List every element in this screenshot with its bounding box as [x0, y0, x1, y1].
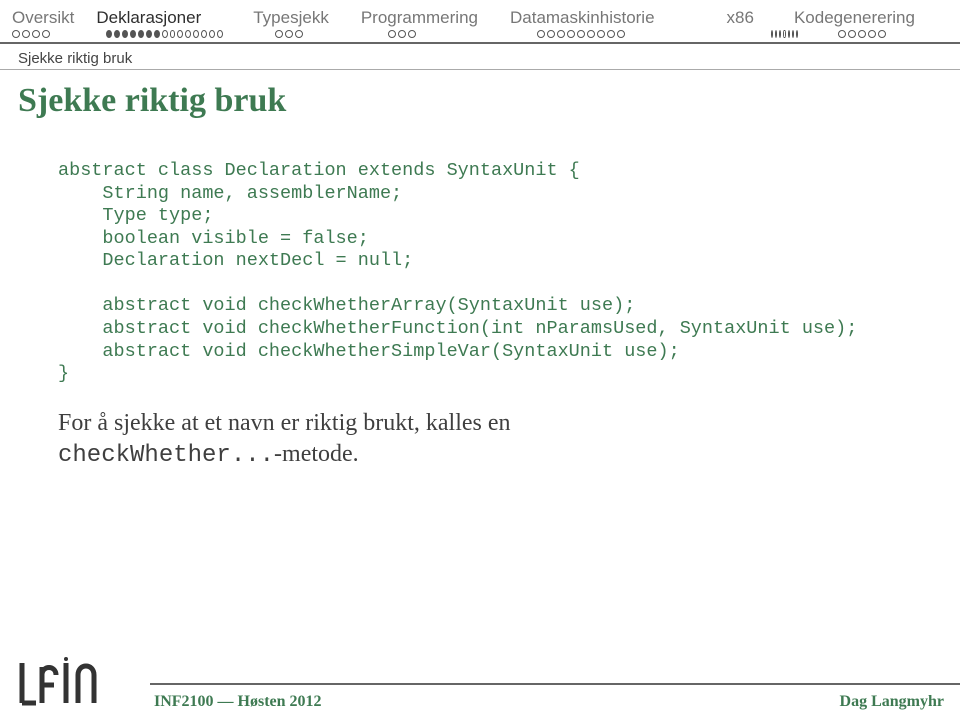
- logo-wrap: [0, 655, 154, 711]
- progress-dot: [146, 30, 152, 38]
- progress-dot: [170, 30, 176, 38]
- progress-dot: [209, 30, 215, 38]
- progress-dot: [42, 30, 50, 38]
- nav-item-oversikt[interactable]: Oversikt: [0, 4, 84, 30]
- progress-dot: [607, 30, 615, 38]
- progress-dot: [285, 30, 293, 38]
- top-nav: OversiktDeklarasjoner Typesjekk Programmer…: [0, 0, 960, 30]
- progress-dot: [12, 30, 20, 38]
- progress-dot: [878, 30, 886, 38]
- progress-dot: [122, 30, 128, 38]
- nav-item-programmering[interactable]: Programmering: [349, 4, 488, 30]
- footer: INF2100 — Høsten 2012 Dag Langmyhr: [0, 647, 960, 719]
- progress-dot: [22, 30, 30, 38]
- body-part1: For å sjekke at et navn er riktig brukt,…: [58, 410, 511, 436]
- progress-dot: [106, 30, 112, 38]
- progress-dot: [547, 30, 555, 38]
- nav-item-kodegenerering[interactable]: Kodegenerering: [782, 4, 925, 30]
- progress-dot: [567, 30, 575, 38]
- progress-dots-deklarasjoner: [94, 30, 233, 38]
- progress-dot: [796, 30, 798, 38]
- nav-item-x86[interactable]: x86: [715, 4, 764, 30]
- nav-item-typesjekk[interactable]: Typesjekk: [241, 4, 339, 30]
- body-part2: -metode.: [274, 441, 359, 467]
- code-block: abstract class Declaration extends Synta…: [58, 160, 940, 386]
- nav-item-deklarasjoner[interactable]: Deklarasjoner: [84, 4, 211, 30]
- slide-content: abstract class Declaration extends Synta…: [0, 126, 960, 472]
- footer-author: Dag Langmyhr: [840, 693, 944, 711]
- progress-dot: [217, 30, 223, 38]
- progress-dots-kodegenerering: [826, 30, 960, 38]
- progress-dot: [154, 30, 160, 38]
- subhead-rule: [0, 69, 960, 70]
- progress-dot: [295, 30, 303, 38]
- progress-dot: [398, 30, 406, 38]
- progress-dot: [114, 30, 120, 38]
- ifi-logo-icon: [14, 655, 102, 711]
- progress-dot: [788, 30, 790, 38]
- section-subhead: Sjekke riktig bruk: [0, 44, 960, 69]
- progress-dot: [858, 30, 866, 38]
- progress-dot: [32, 30, 40, 38]
- nav-item-datamaskinhistorie[interactable]: Datamaskinhistorie: [498, 4, 665, 30]
- progress-dot: [408, 30, 416, 38]
- progress-dots-oversikt: [0, 30, 94, 38]
- progress-dot: [587, 30, 595, 38]
- progress-dot: [838, 30, 846, 38]
- progress-dot: [177, 30, 183, 38]
- footer-course: INF2100 — Høsten 2012: [154, 693, 322, 711]
- progress-dots-row: [0, 30, 960, 42]
- body-mono: checkWhether...: [58, 442, 274, 469]
- progress-dot: [537, 30, 545, 38]
- progress-dot: [771, 30, 773, 38]
- progress-dot: [275, 30, 283, 38]
- progress-dot: [792, 30, 794, 38]
- progress-dot: [388, 30, 396, 38]
- progress-dot: [138, 30, 144, 38]
- progress-dot: [617, 30, 625, 38]
- progress-dot: [557, 30, 565, 38]
- slide-title: Sjekke riktig bruk: [0, 76, 960, 126]
- progress-dot: [848, 30, 856, 38]
- progress-dots-programmering: [376, 30, 515, 38]
- progress-dot: [193, 30, 199, 38]
- progress-dot: [185, 30, 191, 38]
- progress-dot: [868, 30, 876, 38]
- progress-dot: [130, 30, 136, 38]
- progress-dot: [201, 30, 207, 38]
- progress-dot: [775, 30, 777, 38]
- progress-dot: [162, 30, 168, 38]
- progress-dots-datamaskinhistorie: [525, 30, 709, 38]
- body-text: For å sjekke at et navn er riktig brukt,…: [58, 408, 940, 472]
- progress-dot: [779, 30, 781, 38]
- progress-dots-typesjekk: [263, 30, 366, 38]
- footer-rule: [150, 683, 960, 685]
- progress-dots-x86: [759, 30, 808, 38]
- progress-dot: [597, 30, 605, 38]
- progress-dot: [577, 30, 585, 38]
- progress-dot: [783, 30, 785, 38]
